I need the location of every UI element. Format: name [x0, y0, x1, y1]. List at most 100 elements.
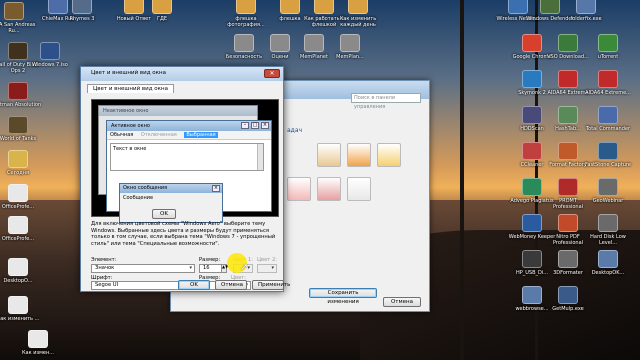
element-select[interactable]: Значок: [91, 264, 195, 273]
app-icon: [4, 2, 24, 20]
preview-active-window[interactable]: Активное окно – □ × Обычная Отключенная …: [106, 120, 272, 223]
maximize-icon: □: [251, 122, 259, 129]
app-icon: [270, 34, 290, 52]
app-icon: [558, 34, 578, 52]
desktop-icon[interactable]: uTorrent: [584, 34, 632, 60]
app-icon: [598, 142, 618, 160]
desktop-icon-label: AIDA64 Extreme...: [585, 90, 631, 96]
color-swatch[interactable]: [287, 177, 311, 201]
desktop-icon[interactable]: folderfix.exe: [562, 0, 610, 22]
tab-window-color[interactable]: Цвет и внешний вид окна: [87, 84, 174, 93]
desktop-icon[interactable]: флешка фотография...: [222, 0, 270, 28]
dialog-title: Цвет и внешний вид окна: [91, 70, 166, 76]
app-icon: [558, 178, 578, 196]
desktop-icon[interactable]: DesktopOK...: [584, 250, 632, 276]
desktop-icon[interactable]: Hard Disk Low Level...: [584, 214, 632, 246]
app-icon: [598, 106, 618, 124]
desktop-icon[interactable]: Сегодня: [0, 150, 42, 176]
app-icon: [522, 286, 542, 304]
app-icon: [558, 250, 578, 268]
desktop-icon-label: Hard Disk Low Level...: [590, 234, 626, 246]
desktop-icon-label: folderfix.exe: [570, 16, 602, 22]
preview-menu-bar: Обычная Отключенная Выбранная: [107, 131, 271, 140]
app-icon: [576, 0, 596, 14]
app-icon: [522, 34, 542, 52]
desktop-icon[interactable]: Как измен...: [14, 330, 62, 356]
personalization-buttons: Сохранить изменения Отмена: [309, 288, 421, 307]
aero-description: Для включения цветовой схемы "Windows Ae…: [91, 221, 276, 247]
app-icon: [236, 0, 256, 14]
desktop-icon[interactable]: Hitman Absolution: [0, 82, 42, 108]
app-icon: [522, 142, 542, 160]
desktop-icon[interactable]: OfficeProfe...: [0, 216, 42, 242]
app-icon: [340, 34, 360, 52]
app-icon: [8, 184, 28, 202]
preview-menu-normal: Обычная: [110, 132, 134, 138]
app-icon: [40, 42, 60, 60]
desktop-icon-label: Total Commander: [585, 126, 631, 132]
color-swatch[interactable]: [347, 143, 371, 167]
app-icon: [522, 178, 542, 196]
desktop-icon-label: GetMulp.exe: [552, 306, 584, 312]
app-icon: [558, 286, 578, 304]
app-icon: [558, 106, 578, 124]
window-color-dialog: Цвет и внешний вид окна ✕ Цвет и внешний…: [80, 66, 284, 292]
desktop-icon-label: OfficeProfe...: [1, 236, 35, 242]
desktop-icon[interactable]: MemPlan...: [326, 34, 374, 60]
desktop-icon[interactable]: FastStone Capture: [584, 142, 632, 168]
dialog-tabs: Цвет и внешний вид окна: [87, 84, 174, 93]
preview-window-text: Текст в окне: [110, 143, 264, 171]
color2-picker[interactable]: [257, 264, 277, 273]
preview-message-box[interactable]: Окно сообщения × Сообщение OK: [119, 183, 223, 223]
app-icon: [8, 258, 28, 276]
desktop-icon[interactable]: OfficeProfe...: [0, 184, 42, 210]
app-icon: [522, 70, 542, 88]
desktop-icon[interactable]: Как изменить ...: [0, 296, 42, 322]
app-icon: [558, 214, 578, 232]
app-icon: [540, 0, 560, 14]
desktop-icon[interactable]: Total Commander: [584, 106, 632, 132]
app-icon: [598, 250, 618, 268]
dialog-cancel-button[interactable]: Отмена: [215, 280, 247, 290]
cancel-button[interactable]: Отмена: [383, 297, 421, 307]
desktop-icon[interactable]: GeoWebinar: [584, 178, 632, 204]
desktop-icon-label: DesktopO...: [3, 278, 33, 284]
color-swatch[interactable]: [317, 143, 341, 167]
desktop-icon-label: FastStone Capture: [585, 162, 631, 168]
preview-msgbox-text: Сообщение: [123, 195, 154, 201]
close-icon: ×: [261, 122, 269, 129]
desktop-icon[interactable]: DesktopO...: [0, 258, 42, 284]
preview-window-text-label: Текст в окне: [113, 146, 147, 152]
desktop-icon[interactable]: Как изменить каждый день: [334, 0, 382, 28]
save-changes-button[interactable]: Сохранить изменения: [309, 288, 378, 305]
desktop-icon[interactable]: ГДЕ: [138, 0, 186, 22]
desktop-icon-label: Как изменить ...: [0, 316, 40, 322]
color-swatch[interactable]: [317, 177, 341, 201]
desktop-icon-label: Сегодня: [7, 170, 29, 176]
appearance-preview[interactable]: Неактивное окно Активное окно – □ × Обыч…: [91, 99, 279, 223]
app-icon: [304, 34, 324, 52]
color-swatch[interactable]: [347, 177, 371, 201]
app-icon: [8, 216, 28, 234]
close-icon[interactable]: ✕: [264, 69, 280, 78]
app-icon: [8, 42, 28, 60]
dialog-titlebar[interactable]: Цвет и внешний вид окна ✕: [81, 67, 283, 81]
desktop-icon[interactable]: GetMulp.exe: [544, 286, 592, 312]
app-icon: [598, 70, 618, 88]
app-icon: [558, 142, 578, 160]
desktop-icon[interactable]: GTA San Andreas Ru...: [0, 2, 38, 34]
desktop-icon[interactable]: Windows 7.iso: [26, 42, 74, 68]
size-spinner[interactable]: ▲▼: [221, 264, 228, 273]
apply-button[interactable]: Применить: [252, 280, 290, 290]
color-swatch[interactable]: [377, 143, 401, 167]
desktop-icon[interactable]: World of Tanks: [0, 116, 42, 142]
preview-ok-button: OK: [152, 209, 176, 219]
app-icon: [152, 0, 172, 14]
ok-button[interactable]: OK: [178, 280, 210, 290]
desktop-icon[interactable]: Rhymes 3: [58, 0, 106, 22]
preview-scrollbar: [257, 144, 263, 170]
desktop-wallpaper-mast: [460, 0, 464, 360]
desktop-icon-label: DesktopOK...: [591, 270, 625, 276]
desktop-icon[interactable]: AIDA64 Extreme...: [584, 70, 632, 96]
search-input[interactable]: Поиск в панели управления: [351, 93, 421, 110]
